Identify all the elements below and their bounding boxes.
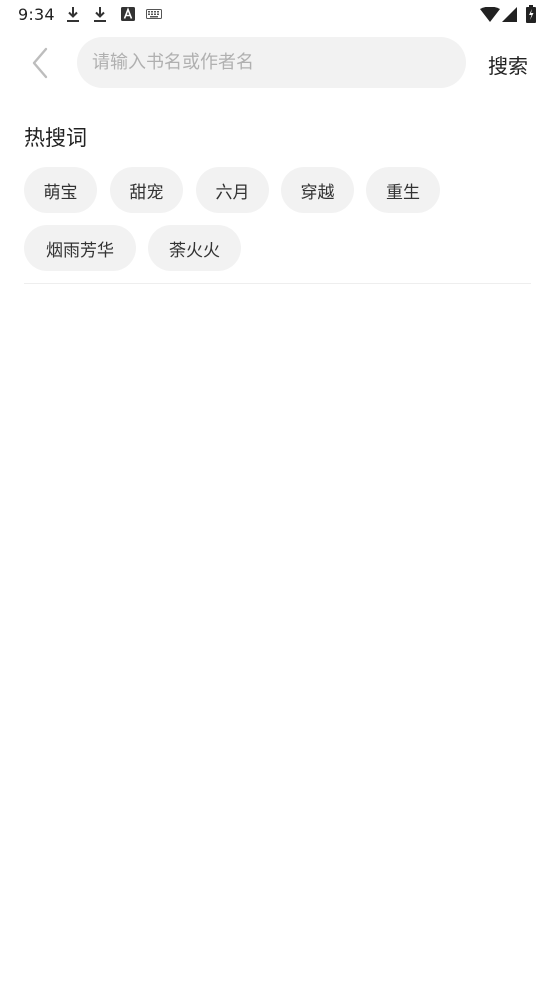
- battery-icon: [526, 5, 536, 23]
- status-bar: 9:34: [0, 0, 554, 30]
- font-a-icon: [121, 7, 135, 21]
- hot-search-tag[interactable]: 甜宠: [110, 167, 183, 213]
- hot-search-tag[interactable]: 穿越: [281, 167, 354, 213]
- back-button[interactable]: [22, 44, 58, 82]
- download-icon: [94, 7, 106, 22]
- chevron-left-icon: [32, 47, 48, 79]
- divider: [24, 283, 531, 284]
- download-icon: [67, 7, 79, 22]
- wifi-icon: [480, 7, 500, 22]
- signal-icon: [502, 7, 517, 22]
- hot-search-title: 热搜词: [24, 126, 87, 150]
- status-time: 9:34: [18, 5, 55, 24]
- hot-search-tag[interactable]: 萌宝: [24, 167, 97, 213]
- search-input[interactable]: [92, 37, 452, 88]
- hot-search-tag[interactable]: 烟雨芳华: [24, 225, 136, 271]
- hot-search-tag[interactable]: 六月: [196, 167, 269, 213]
- hot-search-tag[interactable]: 荼火火: [148, 225, 241, 271]
- search-button[interactable]: 搜索: [488, 50, 528, 79]
- search-box[interactable]: [77, 37, 466, 88]
- search-bar: 搜索: [0, 36, 554, 90]
- keyboard-icon: [146, 9, 162, 19]
- hot-search-tag[interactable]: 重生: [366, 167, 440, 213]
